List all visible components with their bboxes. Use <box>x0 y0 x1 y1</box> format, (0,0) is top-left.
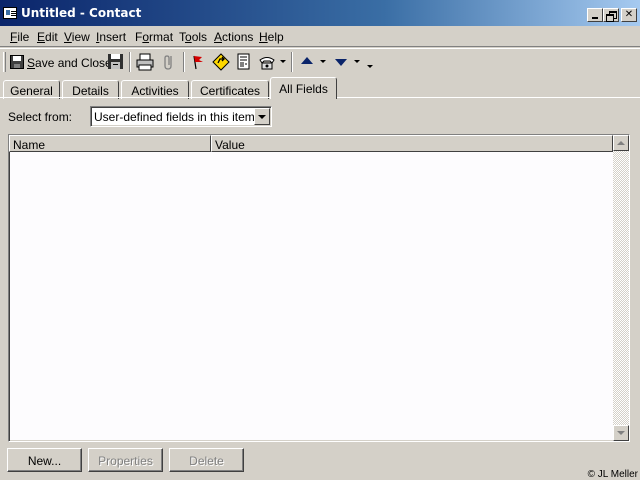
toolbar-separator <box>183 52 185 72</box>
close-button[interactable]: ✕ <box>621 8 637 22</box>
save-icon <box>108 54 123 69</box>
close-icon: ✕ <box>624 9 634 20</box>
new-letter-button[interactable] <box>233 51 255 73</box>
select-from-dropdown[interactable]: User-defined fields in this item <box>90 106 272 127</box>
save-button[interactable] <box>105 51 127 73</box>
tab-strip: General Details Activities Certificates … <box>0 76 640 99</box>
menu-file[interactable]: File <box>10 30 29 44</box>
title-bar[interactable]: Untitled - Contact ✕ <box>0 0 640 26</box>
insert-file-button[interactable] <box>158 51 180 73</box>
menu-file-label: ile <box>17 30 30 44</box>
menu-actions-label: ctions <box>222 30 254 44</box>
new-letter-icon <box>237 53 250 70</box>
minimize-button[interactable] <box>587 8 603 22</box>
dial-button[interactable] <box>256 51 278 73</box>
menu-actions-mnemonic: A <box>214 30 223 44</box>
list-body[interactable] <box>9 152 613 441</box>
save-and-close-mnemonic: S <box>27 56 36 70</box>
menu-help-label: elp <box>267 30 284 44</box>
new-field-label: New... <box>27 454 62 468</box>
contact-card-icon[interactable] <box>3 7 17 19</box>
address-check-icon <box>212 53 230 71</box>
scroll-up-icon[interactable] <box>613 135 629 151</box>
next-item-icon <box>335 59 347 66</box>
all-fields-list[interactable]: Name Value <box>8 134 630 442</box>
scroll-down-icon[interactable] <box>613 425 629 441</box>
menu-format[interactable]: Format <box>135 30 173 44</box>
toolbar-options-icon[interactable] <box>367 65 373 68</box>
previous-item-dropdown[interactable] <box>320 60 326 63</box>
menu-insert[interactable]: Insert <box>96 30 126 44</box>
restore-button[interactable] <box>603 8 619 22</box>
window-title: Untitled - Contact <box>21 6 142 20</box>
menu-view-label: iew <box>71 30 90 44</box>
print-icon <box>136 53 154 71</box>
menu-help-mnemonic: H <box>259 30 268 44</box>
save-and-close-button[interactable]: Save and Close <box>7 51 112 73</box>
copyright-text: © JL Meller <box>587 469 638 480</box>
attach-icon <box>164 55 172 70</box>
menu-view-mnemonic: V <box>64 30 72 44</box>
menu-actions[interactable]: Actions <box>214 30 253 44</box>
new-field-button[interactable]: New... <box>7 448 82 472</box>
toolbar-separator <box>129 52 131 72</box>
menu-view[interactable]: View <box>64 30 90 44</box>
print-button[interactable] <box>134 51 156 73</box>
check-address-button[interactable] <box>210 51 232 73</box>
next-item-dropdown[interactable] <box>354 60 360 63</box>
follow-up-button[interactable] <box>187 51 209 73</box>
menu-bar: File Edit View Insert Format Tools Actio… <box>0 27 640 47</box>
save-icon <box>10 55 24 69</box>
save-and-close-label: Save and Close <box>27 56 112 70</box>
dial-dropdown-arrow[interactable] <box>280 60 286 63</box>
next-item-button[interactable] <box>330 51 352 73</box>
menu-insert-label: nsert <box>99 30 127 44</box>
menu-edit[interactable]: Edit <box>37 30 58 44</box>
tab-all-fields[interactable]: All Fields <box>270 77 337 99</box>
menu-format-rest: rmat <box>149 30 174 44</box>
previous-item-icon <box>301 57 313 64</box>
flag-icon <box>193 55 203 70</box>
properties-button[interactable]: Properties <box>88 448 163 472</box>
toolbar-separator <box>291 52 293 72</box>
dial-phone-icon <box>259 57 275 70</box>
toolbar-grip[interactable] <box>3 52 6 72</box>
select-from-value: User-defined fields in this item <box>94 110 255 124</box>
column-header-name[interactable]: Name <box>9 135 211 152</box>
menu-help[interactable]: Help <box>259 30 284 44</box>
previous-item-button[interactable] <box>296 51 318 73</box>
menu-tools[interactable]: Tools <box>179 30 207 44</box>
vertical-scrollbar[interactable] <box>613 135 629 441</box>
menu-tools-mnemonic: o <box>185 30 192 44</box>
menu-edit-mnemonic: E <box>37 30 46 44</box>
menu-tools-rest: ols <box>191 30 208 44</box>
column-header-value[interactable]: Value <box>211 135 613 152</box>
select-from-label: Select from: <box>8 110 73 124</box>
delete-button[interactable]: Delete <box>169 448 244 472</box>
save-and-close-text: ave and Close <box>35 56 112 70</box>
chevron-down-icon[interactable] <box>254 108 270 125</box>
standard-toolbar: Save and Close <box>0 48 640 75</box>
menu-edit-label: dit <box>45 30 58 44</box>
